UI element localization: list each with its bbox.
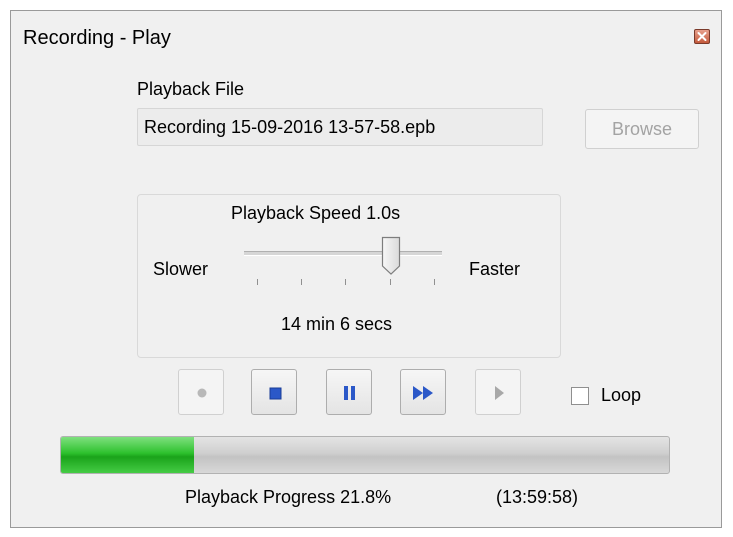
stop-button[interactable]: [251, 369, 297, 415]
loop-checkbox[interactable]: [571, 387, 589, 405]
play-icon: [495, 386, 504, 400]
browse-button[interactable]: Browse: [585, 109, 699, 149]
recording-play-window: Recording - Play Playback File Recording…: [10, 10, 722, 528]
stop-icon: [269, 387, 282, 400]
playback-file-field: Recording 15-09-2016 13-57-58.epb: [137, 108, 543, 146]
record-icon: [197, 388, 207, 398]
playback-file-label: Playback File: [137, 79, 245, 99]
record-button[interactable]: [178, 369, 224, 415]
play-button[interactable]: [475, 369, 521, 415]
slider-tick: [390, 279, 391, 285]
close-button[interactable]: [694, 29, 710, 44]
close-icon: [697, 32, 707, 41]
slower-label: Slower: [153, 259, 209, 279]
slider-tick: [434, 279, 435, 285]
title-bar[interactable]: Recording - Play: [11, 11, 721, 57]
faster-label: Faster: [469, 259, 521, 279]
playback-speed-title: Playback Speed 1.0s: [231, 203, 401, 223]
playback-progress-label: Playback Progress 21.8%: [185, 487, 392, 507]
duration-label: 14 min 6 secs: [281, 314, 393, 334]
fast-forward-icon: [413, 386, 433, 400]
slider-tick: [301, 279, 302, 285]
speed-slider-track[interactable]: [244, 251, 442, 256]
playback-progress-bar: [60, 436, 670, 474]
slider-tick: [257, 279, 258, 285]
slider-tick: [345, 279, 346, 285]
fast-forward-button[interactable]: [400, 369, 446, 415]
loop-label: Loop: [601, 385, 642, 405]
window-title: Recording - Play: [23, 27, 171, 49]
pause-button[interactable]: [326, 369, 372, 415]
playback-progress-fill: [61, 437, 194, 473]
speed-slider-thumb[interactable]: [381, 236, 401, 276]
pause-icon: [344, 386, 355, 400]
playback-time-label: (13:59:58): [496, 487, 579, 507]
